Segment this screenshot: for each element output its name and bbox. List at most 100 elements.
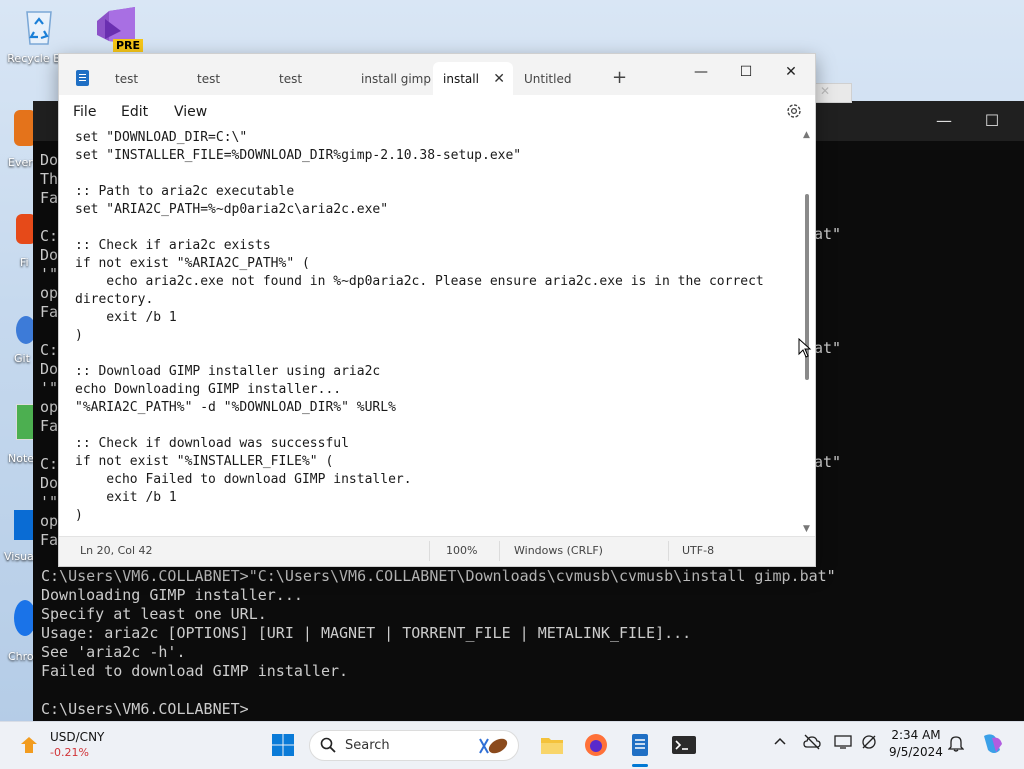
code-line: ) (75, 328, 83, 343)
file-explorer-icon[interactable] (539, 732, 565, 758)
terminal-line: C:\Users\VM6.COLLABNET>"C:\Users\VM6.COL… (41, 567, 836, 585)
background-window-edge: ✕ (813, 83, 852, 103)
desk-label-chro: Chro (8, 650, 34, 663)
tab-test-3[interactable]: test (269, 62, 351, 95)
menu-view[interactable]: View (174, 104, 207, 120)
clock[interactable]: 2:34 AM 9/5/2024 (888, 728, 944, 759)
settings-gear-icon[interactable] (785, 102, 803, 120)
code-line: echo Failed to download GIMP installer. (75, 472, 412, 487)
frag: '" (40, 265, 59, 283)
code-line: directory. (75, 292, 154, 307)
code-line: "%ARIA2C_PATH%" -d "%DOWNLOAD_DIR%" %URL… (75, 400, 396, 415)
taskbar: USD/CNY -0.21% Search 2:34 AM 9/5/2024 (0, 721, 1024, 769)
frag: op (40, 398, 59, 416)
minimize-button[interactable]: — (678, 58, 724, 86)
terminal-taskbar-icon[interactable] (671, 732, 697, 758)
widget-value: -0.21% (50, 746, 89, 759)
start-button[interactable] (271, 733, 295, 757)
code-line: echo aria2c.exe not found in %~dp0aria2c… (75, 274, 764, 289)
notepad-window[interactable]: test test test install gimp install ✕ Un… (58, 53, 816, 567)
desk-label-fi: Fi (20, 256, 29, 269)
widget-title: USD/CNY (50, 730, 105, 744)
chevron-up-icon[interactable] (773, 734, 787, 752)
terminal-line: Specify at least one URL. (41, 605, 267, 623)
new-tab-button[interactable]: + (612, 69, 627, 87)
zoom-level[interactable]: 100% (446, 544, 477, 557)
frag: C: (40, 227, 59, 245)
code-line: exit /b 1 (75, 310, 177, 325)
visual-studio-preview[interactable]: PRE (88, 5, 144, 53)
cursor-position[interactable]: Ln 20, Col 42 (80, 544, 153, 557)
tab-install[interactable]: install ✕ (433, 62, 513, 95)
code-line: set "ARIA2C_PATH=%~dp0aria2c\aria2c.exe" (75, 202, 389, 217)
tab-label: install (443, 72, 479, 86)
terminal-minimize-button[interactable]: — (932, 109, 956, 133)
notepad-editor[interactable]: set "DOWNLOAD_DIR=C:\" set "INSTALLER_FI… (59, 128, 799, 542)
notepad-menubar: File Edit View (59, 95, 815, 128)
frag: at" (814, 339, 842, 357)
code-line: set "DOWNLOAD_DIR=C:\" (75, 130, 248, 145)
active-app-indicator (632, 764, 648, 767)
status-divider (499, 541, 500, 561)
taskbar-search[interactable]: Search (309, 730, 519, 761)
network-icon[interactable] (860, 734, 878, 754)
notepad-tabbar[interactable]: test test test install gimp install ✕ Un… (59, 54, 815, 95)
line-ending[interactable]: Windows (CRLF) (514, 544, 603, 557)
stock-widget-icon (18, 734, 40, 756)
desk-label-git: Git (14, 352, 30, 365)
tab-install-gimp[interactable]: install gimp (351, 62, 435, 95)
code-line: set "INSTALLER_FILE=%DOWNLOAD_DIR%gimp-2… (75, 148, 522, 163)
search-icon (320, 737, 336, 757)
scroll-up-arrow-icon[interactable]: ▲ (803, 130, 810, 140)
scroll-down-arrow-icon[interactable]: ▼ (803, 524, 810, 534)
code-line: ) (75, 508, 83, 523)
display-icon[interactable] (834, 734, 852, 754)
code-line: :: Path to aria2c executable (75, 184, 295, 199)
vertical-scrollbar[interactable]: ▲ ▼ (803, 130, 811, 534)
terminal-maximize-button[interactable]: ☐ (980, 109, 1004, 133)
status-divider (668, 541, 669, 561)
desk-label-visua: Visua (4, 550, 34, 563)
firefox-icon[interactable] (583, 732, 609, 758)
terminal-line: Usage: aria2c [OPTIONS] [URI | MAGNET | … (41, 624, 692, 642)
frag: Fa (40, 417, 59, 435)
tab-label: test (197, 72, 221, 86)
terminal-line: See 'aria2c -h'. (41, 643, 186, 661)
frag: '" (40, 493, 59, 511)
code-line: if not exist "%INSTALLER_FILE%" ( (75, 454, 334, 469)
frag: Do (40, 151, 59, 169)
weather-widget[interactable]: USD/CNY -0.21% (18, 730, 118, 762)
frag: at" (814, 453, 842, 471)
vscode-icon[interactable] (14, 510, 34, 540)
frag: Do (40, 360, 59, 378)
desk-label-ever: Ever (8, 156, 33, 169)
visual-studio-preview-icon: PRE (91, 5, 144, 53)
frag: Th (40, 170, 59, 188)
menu-edit[interactable]: Edit (121, 104, 148, 120)
menu-file[interactable]: File (73, 104, 96, 120)
cloud-off-icon[interactable] (803, 734, 821, 754)
code-line: :: Download GIMP installer using aria2c (75, 364, 381, 379)
clock-time: 2:34 AM (891, 728, 941, 742)
frag: C: (40, 341, 59, 359)
copilot-icon[interactable] (980, 732, 1006, 760)
maximize-button[interactable]: ☐ (723, 58, 769, 86)
close-tab-icon[interactable]: ✕ (493, 62, 505, 96)
encoding[interactable]: UTF-8 (682, 544, 714, 557)
tab-label: test (279, 72, 303, 86)
tab-untitled[interactable]: Untitled (514, 62, 602, 95)
terminal-prompt[interactable]: C:\Users\VM6.COLLABNET> (41, 700, 249, 718)
windows-logo-icon (272, 734, 294, 756)
close-button[interactable]: ✕ (768, 58, 814, 86)
frag: Fa (40, 189, 59, 207)
frag: '" (40, 379, 59, 397)
frag: Fa (40, 531, 59, 549)
search-placeholder: Search (345, 738, 390, 753)
frag: at" (814, 225, 842, 243)
notification-bell-icon[interactable] (947, 734, 965, 756)
notepad-taskbar-icon[interactable] (627, 732, 653, 767)
status-divider (429, 541, 430, 561)
code-line: :: Check if download was successful (75, 436, 349, 451)
tab-test-2[interactable]: test (187, 62, 269, 95)
tab-test-1[interactable]: test (105, 62, 187, 95)
